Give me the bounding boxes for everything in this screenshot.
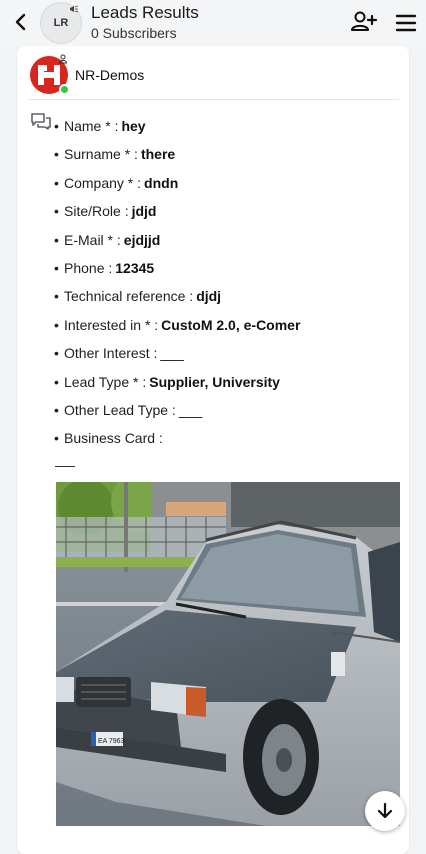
scroll-to-bottom-button[interactable] [365,791,405,831]
field-value: jdjd [131,203,157,220]
megaphone-icon [70,5,79,13]
field-company: • Company * : dndn [54,171,404,199]
hamburger-menu-icon [395,14,417,32]
menu-button[interactable] [394,11,418,35]
field-email: • E-Mail * : ejdjjd [54,228,404,256]
field-site-role: • Site/Role : jdjd [54,199,404,227]
field-label: Other Lead Type : [64,401,176,418]
field-surname: • Surname * : there [54,142,404,170]
field-value: ___ [160,345,184,362]
svg-text:EA 7963: EA 7963 [98,738,125,745]
avatar-initials: LR [53,17,69,29]
field-label: Technical reference : [64,288,194,305]
field-label: Surname * : [64,146,138,163]
field-value: ejdjjd [123,231,161,248]
field-business-card: • Business Card : [54,426,404,454]
car-photo: EA 7963 [56,482,400,826]
field-value: ___ [178,401,203,418]
field-value: 12345 [115,259,155,276]
add-user-button[interactable] [350,9,378,35]
field-value: dndn [144,174,179,191]
field-value: djdj [196,288,222,305]
field-label: Company * : [64,174,142,191]
field-label: Other Interest : [64,345,158,362]
back-button[interactable] [10,11,32,33]
field-label: Lead Type * : [64,373,147,390]
field-name: • Name * : hey [54,114,404,142]
field-label: Phone : [64,259,113,276]
channel-title: Leads Results [91,3,199,22]
field-label: Name * : [64,118,119,134]
field-value: CustoM 2.0, e-Comer [161,316,301,333]
field-lead-type: • Lead Type * : Supplier, University [54,370,404,398]
field-interested-in: • Interested in * : CustoM 2.0, e-Comer [54,313,404,341]
sender-name: NR-Demos [75,67,145,83]
field-value: Supplier, University [149,373,280,390]
arrow-down-icon [377,802,393,819]
online-status-dot [59,84,70,95]
lead-fields-list: • Name * : hey • Surname * : there • Company … [54,114,404,455]
sender-avatar[interactable] [29,54,71,96]
field-technical-reference: • Technical reference : djdj [54,284,404,312]
person-icon [58,54,68,64]
message-card: NR-Demos • Name * : hey • Surname * : there … [17,46,409,854]
channel-avatar[interactable]: LR [40,2,82,44]
channel-title-block[interactable]: Leads Results 0 Subscribers [91,3,199,42]
business-card-photo[interactable]: EA 7963 [56,482,400,826]
field-other-interest: • Other Interest : ___ [54,341,404,369]
field-other-lead-type: • Other Lead Type : ___ [54,398,404,426]
field-label: Business Card : [64,430,163,447]
empty-value-line [55,466,75,467]
field-label: E-Mail * : [64,231,121,248]
field-value: there [140,146,176,163]
chat-bubbles-icon [31,113,51,130]
message-sender-row: NR-Demos [29,54,399,100]
field-label: Interested in * : [64,316,159,333]
field-label: Site/Role : [64,203,129,220]
chevron-left-icon [15,13,26,31]
field-phone: • Phone :12345 [54,256,404,284]
field-value: hey [121,118,146,134]
subscriber-count: 0 Subscribers [91,25,177,41]
add-user-icon [351,11,378,31]
app-header: LR Leads Results 0 Subscribers [0,0,426,46]
